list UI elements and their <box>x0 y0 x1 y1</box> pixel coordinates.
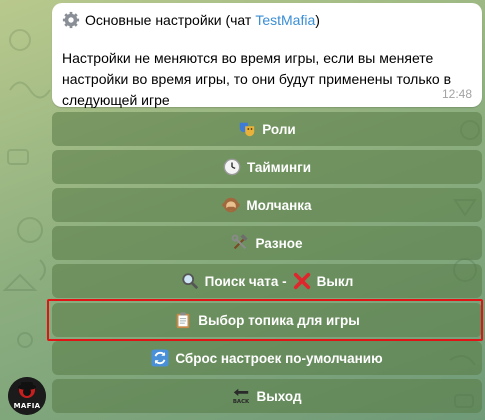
roles-label: Роли <box>262 121 296 137</box>
reset-defaults-button[interactable]: Сброс настроек по-умолчанию <box>52 341 482 375</box>
timings-button[interactable]: Тайминги <box>52 150 482 184</box>
arrows-cycle-icon <box>151 349 169 367</box>
silence-button[interactable]: Молчанка <box>52 188 482 222</box>
chat-search-label: Поиск чата - <box>204 273 287 289</box>
cross-mark-icon <box>293 272 310 290</box>
title-text: Основные настройки (чат <box>85 12 252 28</box>
bot-avatar[interactable]: MAFIA <box>8 377 46 415</box>
chat-name-link[interactable]: TestMafia <box>255 10 315 30</box>
gear-icon <box>62 11 80 29</box>
settings-message: Основные настройки (чат TestMafia ) Наст… <box>52 3 482 108</box>
misc-label: Разное <box>255 235 303 251</box>
speak-no-evil-monkey-icon <box>222 197 241 213</box>
exit-label: Выход <box>256 388 302 404</box>
roles-button[interactable]: Роли <box>52 112 482 146</box>
title-suffix: ) <box>315 12 320 28</box>
reset-defaults-label: Сброс настроек по-умолчанию <box>175 350 383 366</box>
svg-text:BACK: BACK <box>233 399 250 405</box>
magnifier-icon <box>181 273 198 290</box>
theater-masks-icon <box>240 122 255 137</box>
logo-text: MAFIA <box>13 402 41 410</box>
timings-label: Тайминги <box>246 159 312 175</box>
hammer-and-wrench-icon <box>232 234 248 250</box>
back-arrow-icon: BACK <box>233 388 250 405</box>
message-body: Настройки не меняются во время игры, есл… <box>62 50 452 108</box>
silence-label: Молчанка <box>246 197 312 213</box>
message-time: 12:48 <box>441 87 472 101</box>
clock-icon <box>223 158 241 176</box>
chat-search-button[interactable]: Поиск чата - Выкл <box>52 264 482 298</box>
selection-highlight-frame <box>47 299 483 341</box>
exit-button[interactable]: BACK Выход <box>52 379 482 413</box>
message-title: Основные настройки (чат TestMafia ) <box>62 10 472 30</box>
chat-search-value: Выкл <box>316 273 354 289</box>
misc-button[interactable]: Разное <box>52 226 482 260</box>
